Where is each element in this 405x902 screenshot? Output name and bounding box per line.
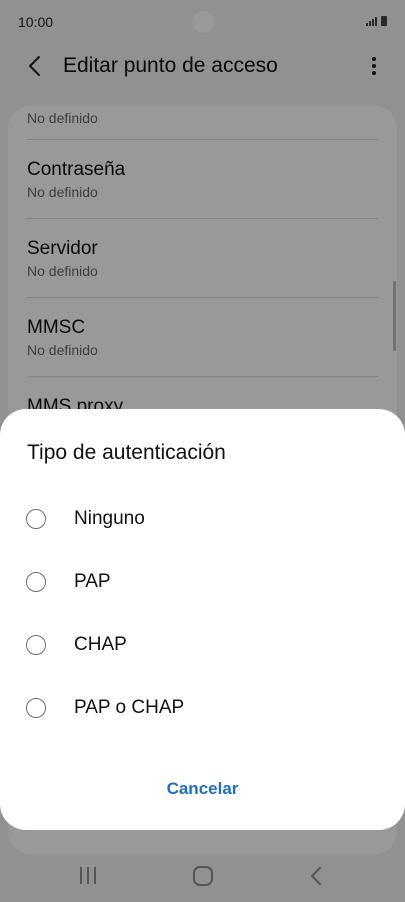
option-pap-o-chap[interactable]: PAP o CHAP	[26, 686, 376, 730]
option-chap[interactable]: CHAP	[26, 623, 376, 667]
radio-button[interactable]	[26, 509, 46, 529]
dialog-title: Tipo de autenticación	[27, 441, 226, 464]
recent-apps-icon[interactable]	[80, 867, 96, 884]
option-ninguno[interactable]: Ninguno	[26, 497, 376, 541]
radio-button[interactable]	[26, 698, 46, 718]
back-icon[interactable]	[309, 866, 323, 886]
option-pap[interactable]: PAP	[26, 560, 376, 604]
home-icon[interactable]	[193, 866, 213, 886]
option-label: PAP	[74, 571, 111, 592]
option-label: PAP o CHAP	[74, 697, 185, 718]
radio-button[interactable]	[26, 635, 46, 655]
auth-type-dialog: Tipo de autenticación Ninguno PAP CHAP P…	[0, 409, 405, 830]
option-label: Ninguno	[74, 508, 145, 529]
cancel-button[interactable]: Cancelar	[130, 771, 275, 807]
navigation-bar	[0, 848, 405, 902]
option-label: CHAP	[74, 634, 127, 655]
radio-button[interactable]	[26, 572, 46, 592]
